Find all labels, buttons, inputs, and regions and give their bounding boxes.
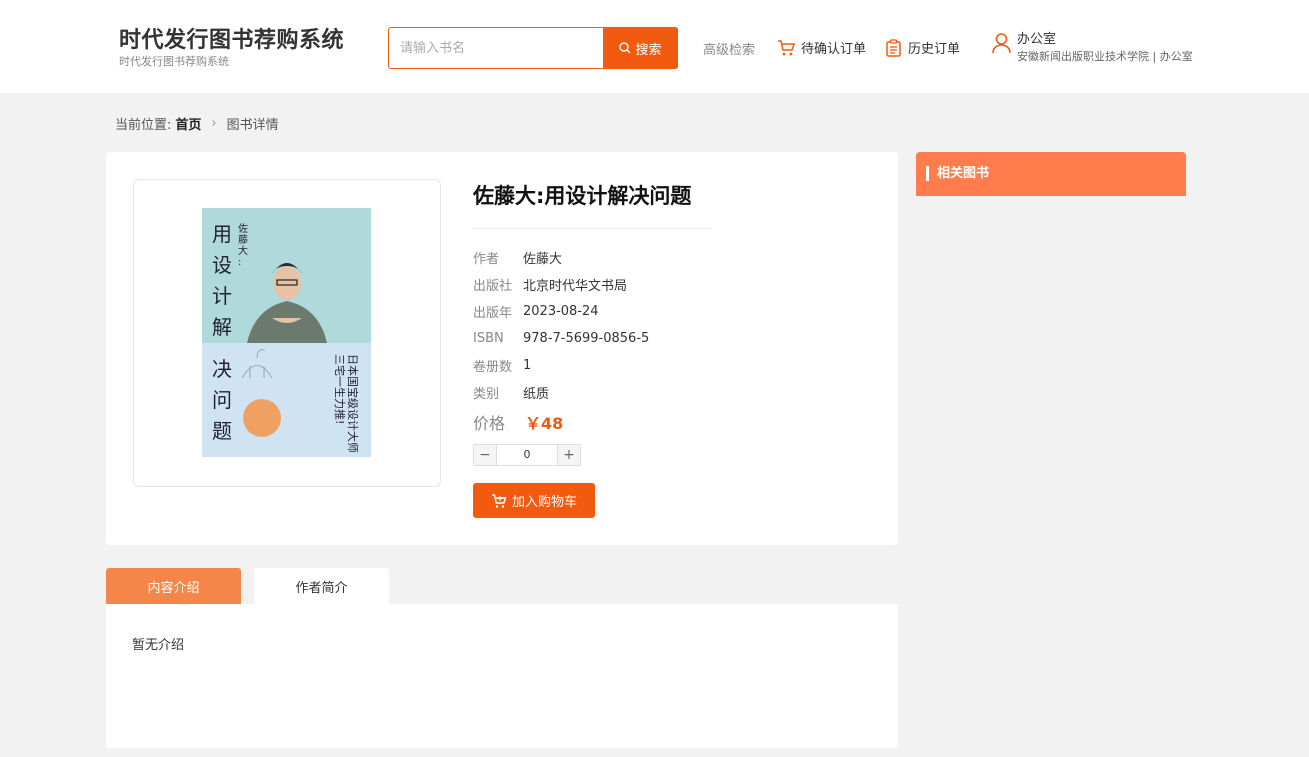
- info-row-year: 出版年 2023-08-24: [473, 298, 649, 325]
- info-value: 2023-08-24: [523, 304, 599, 319]
- breadcrumb-current: 图书详情: [226, 118, 279, 133]
- info-row-volumes: 卷册数 1: [473, 352, 649, 379]
- info-value: 978-7-5699-0856-5: [523, 331, 650, 346]
- search-bar: 搜索: [388, 27, 678, 69]
- user-name: 办公室: [1017, 32, 1057, 47]
- book-title: 佐藤大:用设计解决问题: [473, 180, 711, 229]
- info-label: 类别: [473, 387, 500, 402]
- cart-plus-icon: [491, 493, 507, 508]
- info-row-publisher: 出版社 北京时代华文书局: [473, 271, 649, 298]
- info-value: 1: [523, 358, 532, 373]
- quantity-stepper: − 0 +: [473, 444, 581, 466]
- price-value: ￥48: [525, 414, 564, 433]
- tab-panel: 暂无介绍: [106, 604, 898, 748]
- pending-orders-label: 待确认订单: [801, 42, 867, 57]
- book-cover-image: 用 设 计 解 决 问 题 佐 藤 大 : 日本国宝级设计大师 三宅一生力推!: [202, 208, 371, 457]
- info-label: 卷册数: [473, 360, 513, 375]
- info-row-isbn: ISBN 978-7-5699-0856-5: [473, 325, 649, 352]
- info-label: 作者: [473, 252, 500, 267]
- cover-tagline-1: 日本国宝级设计大师: [346, 354, 360, 453]
- search-input[interactable]: [389, 28, 603, 68]
- quantity-input[interactable]: 0: [496, 445, 558, 465]
- history-orders-link[interactable]: 历史订单: [885, 38, 960, 57]
- breadcrumb-home[interactable]: 首页: [175, 114, 201, 133]
- user-menu[interactable]: 办公室 安徽新闻出版职业技术学院 | 办公室: [992, 32, 1193, 64]
- cover-title-char: 解: [212, 315, 232, 339]
- brand-subtitle: 时代发行图书荐购系统: [119, 55, 229, 68]
- brand-title: 时代发行图书荐购系统: [119, 28, 345, 53]
- breadcrumb: 当前位置: 首页 › 图书详情: [115, 114, 279, 133]
- price-label: 价格: [473, 414, 506, 433]
- history-orders-label: 历史订单: [908, 42, 961, 57]
- chevron-right-icon: ›: [211, 116, 217, 131]
- info-row-category: 类别 纸质: [473, 379, 649, 406]
- add-to-cart-button[interactable]: 加入购物车: [473, 483, 595, 518]
- tab-author-intro[interactable]: 作者简介: [254, 568, 389, 604]
- search-icon: [619, 42, 631, 54]
- cover-author-char: 大: [238, 244, 248, 257]
- cover-title-char: 决: [212, 357, 232, 381]
- cover-title-char: 问: [212, 388, 232, 412]
- clipboard-icon: [886, 38, 901, 57]
- info-value: 北京时代华文书局: [523, 279, 628, 294]
- price-row: 价格 ￥48: [473, 410, 649, 434]
- add-to-cart-label: 加入购物车: [511, 495, 577, 510]
- cover-title-char: 题: [212, 419, 232, 443]
- cover-title-char: 计: [212, 284, 232, 308]
- increment-button[interactable]: +: [558, 445, 580, 465]
- related-books-title: 相关图书: [926, 166, 989, 181]
- cover-tagline-2: 三宅一生力推!: [333, 354, 347, 424]
- cover-author-char: 藤: [238, 234, 248, 246]
- book-info: 作者 佐藤大 出版社 北京时代华文书局 出版年 2023-08-24 ISBN …: [473, 244, 649, 434]
- related-books-panel: 相关图书: [916, 152, 1186, 196]
- user-icon: [992, 33, 1011, 54]
- decrement-button[interactable]: −: [474, 445, 496, 465]
- search-button[interactable]: 搜索: [603, 27, 678, 69]
- cover-author-char: :: [238, 257, 241, 268]
- info-value: 佐藤大: [523, 252, 563, 267]
- tab-content-text: 暂无介绍: [132, 638, 185, 653]
- cart-icon: [778, 39, 795, 55]
- pending-orders-link[interactable]: 待确认订单: [777, 38, 866, 57]
- cover-frame: 用 设 计 解 决 问 题 佐 藤 大 : 日本国宝级设计大师 三宅一生力推!: [133, 179, 441, 487]
- book-detail-card: 用 设 计 解 决 问 题 佐 藤 大 : 日本国宝级设计大师 三宅一生力推!: [106, 152, 898, 545]
- cover-author-char: 佐: [238, 223, 248, 235]
- info-row-author: 作者 佐藤大: [473, 244, 649, 271]
- user-organization: 安徽新闻出版职业技术学院 | 办公室: [1017, 50, 1193, 63]
- brand[interactable]: 时代发行图书荐购系统 时代发行图书荐购系统: [119, 28, 344, 69]
- search-button-label: 搜索: [635, 42, 662, 58]
- tab-content-intro[interactable]: 内容介绍: [106, 568, 241, 604]
- cover-title-char: 用: [212, 222, 232, 246]
- top-header: 时代发行图书荐购系统 时代发行图书荐购系统 搜索 高级检索 待确认订单 历史订单…: [0, 0, 1309, 93]
- info-value: 纸质: [523, 387, 550, 402]
- breadcrumb-prefix: 当前位置:: [115, 118, 172, 133]
- info-label: 出版年: [473, 306, 513, 321]
- info-label: 出版社: [473, 279, 513, 294]
- cover-title-char: 设: [212, 253, 232, 277]
- info-label: ISBN: [473, 331, 504, 346]
- advanced-search-link[interactable]: 高级检索: [703, 39, 755, 58]
